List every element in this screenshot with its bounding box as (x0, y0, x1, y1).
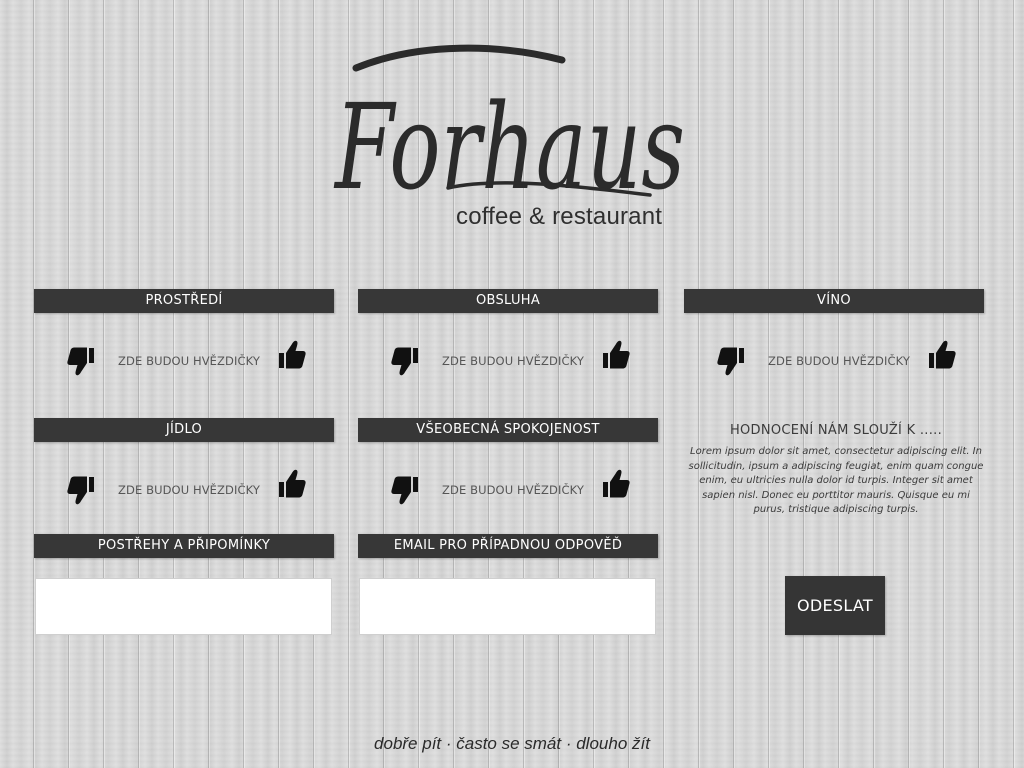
header-email: EMAIL PRO PŘÍPADNOU ODPOVĚĎ (358, 534, 658, 558)
comments-field[interactable] (35, 578, 332, 635)
stars-placeholder: ZDE BUDOU HVĚZDIČKY (442, 354, 584, 368)
thumbs-up-icon[interactable] (601, 467, 631, 501)
thumbs-down-icon[interactable] (716, 344, 746, 378)
logo-subtitle: coffee & restaurant (456, 203, 663, 230)
rating-obsluha: ZDE BUDOU HVĚZDIČKY (358, 340, 658, 382)
thumbs-up-icon[interactable] (927, 338, 957, 372)
brand-logo: Forhaus coffee & restaurant (330, 38, 700, 238)
thumbs-down-icon[interactable] (390, 473, 420, 507)
header-obsluha: OBSLUHA (358, 289, 658, 313)
rating-spokojenost: ZDE BUDOU HVĚZDIČKY (358, 469, 658, 511)
footer-motto: dobře pít · často se smát · dlouho žít (374, 734, 650, 753)
rating-prostredi: ZDE BUDOU HVĚZDIČKY (34, 340, 334, 382)
thumbs-up-icon[interactable] (277, 467, 307, 501)
thumbs-down-icon[interactable] (66, 344, 96, 378)
thumbs-down-icon[interactable] (390, 344, 420, 378)
stars-placeholder: ZDE BUDOU HVĚZDIČKY (118, 483, 260, 497)
stars-placeholder: ZDE BUDOU HVĚZDIČKY (768, 354, 910, 368)
rating-jidlo: ZDE BUDOU HVĚZDIČKY (34, 469, 334, 511)
info-text: Lorem ipsum dolor sit amet, consectetur … (688, 446, 984, 515)
forhaus-script-logo: Forhaus (334, 44, 685, 208)
logo-wordmark: Forhaus (334, 78, 685, 208)
stars-placeholder: ZDE BUDOU HVĚZDIČKY (118, 354, 260, 368)
stars-placeholder: ZDE BUDOU HVĚZDIČKY (442, 483, 584, 497)
email-field[interactable] (359, 578, 656, 635)
info-title: HODNOCENÍ NÁM SLOUŽÍ K ..... (729, 423, 943, 438)
thumbs-down-icon[interactable] (66, 473, 96, 507)
thumbs-up-icon[interactable] (277, 338, 307, 372)
header-comments: POSTŘEHY A PŘIPOMÍNKY (34, 534, 334, 558)
header-jidlo: JÍDLO (34, 418, 334, 442)
rating-vino: ZDE BUDOU HVĚZDIČKY (684, 340, 984, 382)
header-prostredi: PROSTŘEDÍ (34, 289, 334, 313)
header-vino: VÍNO (684, 289, 984, 313)
submit-button[interactable]: ODESLAT (785, 576, 885, 635)
header-spokojenost: VŠEOBECNÁ SPOKOJENOST (358, 418, 658, 442)
thumbs-up-icon[interactable] (601, 338, 631, 372)
